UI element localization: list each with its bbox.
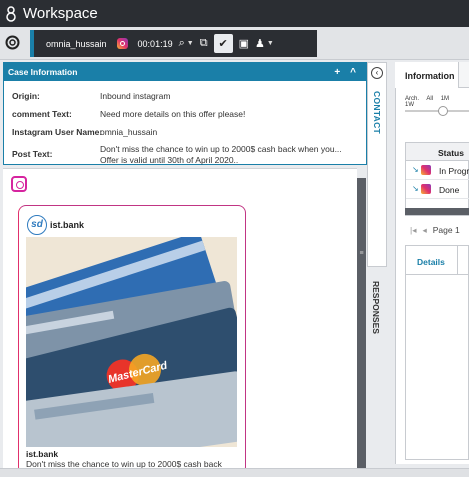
transfer-button[interactable]: ⧉ [200,34,208,53]
timeline-label[interactable]: 1M [441,96,449,102]
timeline-filter: Arch. All 1M 1W [405,96,469,108]
chevron-down-icon: ▼ [186,40,194,47]
case-information-header: Case Information + ^ [4,63,366,81]
tab-information[interactable]: Information [395,62,459,88]
interaction-table: Status ↘ In Progr ↘ Done [405,142,469,216]
details-panel: Details [405,245,469,460]
first-page-icon[interactable]: |◂ [410,225,416,235]
table-row[interactable]: ↘ Done [406,180,469,199]
add-field-button[interactable]: + [334,67,340,78]
support-icon[interactable] [5,35,20,50]
instagram-logo-icon [11,176,27,192]
call-timer: 00:01:19 [137,38,173,49]
contact-tab[interactable]: ‹ CONTACT [367,62,387,267]
inbound-arrow-icon: ↘ [412,184,419,193]
field-value: omnia_hussain [100,127,158,137]
calendar-icon: ▣ [238,38,249,50]
caption-username: ist.bank [26,449,59,459]
table-horizontal-scrollbar[interactable] [405,208,469,215]
timeline-label[interactable]: All [426,96,433,102]
search-icon: ⌕ [178,37,185,49]
post-account-name: ist.bank [50,220,85,230]
field-label: Post Text: [12,149,53,159]
previous-page-icon[interactable]: ◂ [422,225,426,235]
collapse-button[interactable]: ^ [350,67,356,78]
agent-bar: omnia_hussain 00:01:19 ⌕ ▼ ⧉ ✔ ▣ ♟ ▼ [30,30,317,57]
user-add-icon: ♟ [254,38,265,50]
chevron-down-icon: ▼ [266,40,274,47]
field-value: Inbound instagram [100,91,171,101]
row-status: Done [439,185,460,195]
instagram-icon [116,38,128,49]
field-value: Need more details on this offer please! [100,109,246,119]
page-indicator: Page 1 [432,225,460,235]
post-image[interactable]: MasterCard [26,237,237,447]
timeline-slider-handle[interactable] [438,106,448,116]
credit-cards-illustration: MasterCard [26,237,237,447]
app-header: Workspace [0,0,469,27]
field-label: Instagram User Name: [12,127,103,137]
inbound-arrow-icon: ↘ [412,165,419,174]
row-status: In Progr [439,166,469,176]
table-pager: |◂ ◂ Page 1 [410,225,460,236]
mark-done-button[interactable]: ✔ [213,34,233,53]
case-information-title: Case Information [8,67,78,77]
workspace-logo-icon [6,5,16,22]
schedule-button[interactable]: ▣ [239,34,249,53]
contact-tab-label: CONTACT [372,91,382,135]
responses-tab-label: RESPONSES [371,281,381,334]
tab-details[interactable]: Details [406,246,458,274]
right-panel-tabs: Information [395,62,469,88]
conversation-scrollbar[interactable] [357,178,366,468]
column-header-status[interactable]: Status [406,143,469,161]
table-row[interactable]: ↘ In Progr [406,161,469,180]
transfer-icon: ⧉ [199,37,208,49]
collapse-left-icon[interactable]: ‹ [371,67,383,79]
resize-grip-icon[interactable]: ≡ [357,250,366,260]
responses-tab[interactable]: RESPONSES [367,275,387,465]
field-label: Origin: [12,91,40,101]
consult-menu-button[interactable]: ♟ ▼ [255,34,274,53]
app-title: Workspace [23,5,98,22]
case-information-panel: Case Information + ^ Origin: Inbound ins… [3,62,367,165]
timeline-slider-track[interactable] [405,110,469,112]
bottom-bar [0,468,469,477]
account-avatar: sd [27,215,47,235]
check-icon: ✔ [218,38,228,50]
field-value: Don't miss the chance to win up to 2000$… [100,144,342,165]
instagram-icon [421,165,431,175]
agent-name: omnia_hussain [46,38,107,49]
timeline-label[interactable]: 1W [405,102,414,108]
instagram-icon [421,184,431,194]
search-menu-button[interactable]: ⌕ ▼ [179,34,194,53]
field-label: comment Text: [12,109,72,119]
